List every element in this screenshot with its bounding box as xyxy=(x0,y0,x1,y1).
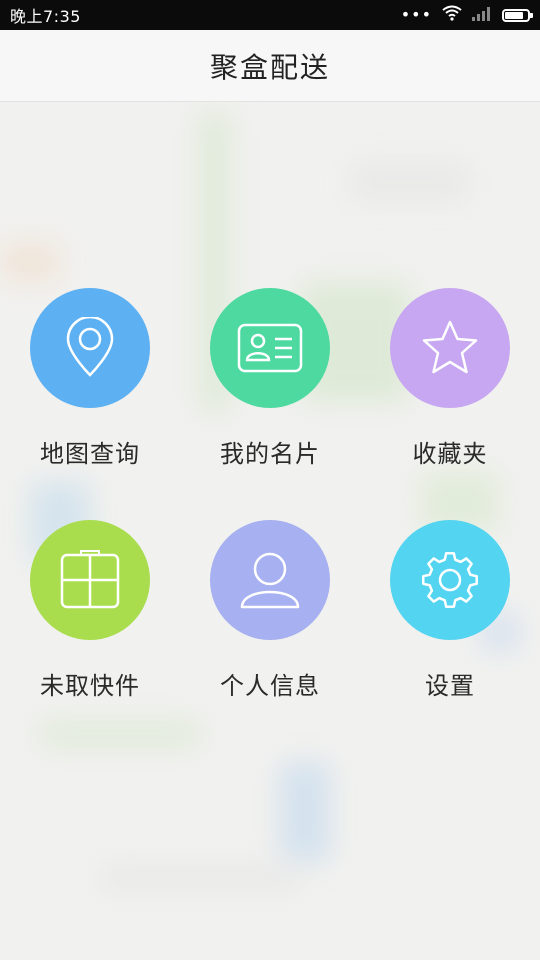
menu-item-business-card[interactable]: 我的名片 xyxy=(180,288,360,469)
status-bar: 晚上7:35 ••• xyxy=(0,0,540,30)
menu-label: 我的名片 xyxy=(220,440,320,468)
menu-label: 个人信息 xyxy=(220,672,320,700)
menu-circle xyxy=(390,520,510,640)
menu-label: 地图查询 xyxy=(40,440,140,468)
status-time: 晚上7:35 xyxy=(10,7,81,26)
menu-label: 收藏夹 xyxy=(412,440,488,468)
package-icon xyxy=(60,550,120,609)
menu-circle xyxy=(30,288,150,408)
menu-item-favorites[interactable]: 收藏夹 xyxy=(360,288,540,469)
map-pin-icon xyxy=(66,317,114,377)
menu-item-personal-info[interactable]: 个人信息 xyxy=(180,520,360,701)
menu-circle xyxy=(30,520,150,640)
menu-label: 设置 xyxy=(425,672,475,700)
menu-item-unclaimed-parcels[interactable]: 未取快件 xyxy=(0,520,180,701)
status-icons: ••• xyxy=(400,5,533,25)
battery-fill xyxy=(505,11,524,19)
battery-icon xyxy=(502,8,533,22)
menu-circle xyxy=(390,288,510,408)
menu-circle xyxy=(210,520,330,640)
menu-item-settings[interactable]: 设置 xyxy=(360,520,540,701)
title-bar: 聚盒配送 xyxy=(0,30,540,102)
more-dots-icon: ••• xyxy=(400,5,432,24)
gear-icon xyxy=(422,552,478,608)
wifi-icon xyxy=(442,5,462,25)
id-card-icon xyxy=(237,323,303,373)
signal-icon xyxy=(472,6,492,25)
star-icon xyxy=(422,320,478,374)
menu-label: 未取快件 xyxy=(40,672,140,700)
menu-item-map-search[interactable]: 地图查询 xyxy=(0,288,180,469)
person-icon xyxy=(240,552,300,609)
page-title: 聚盒配送 xyxy=(209,50,330,84)
menu-circle xyxy=(210,288,330,408)
